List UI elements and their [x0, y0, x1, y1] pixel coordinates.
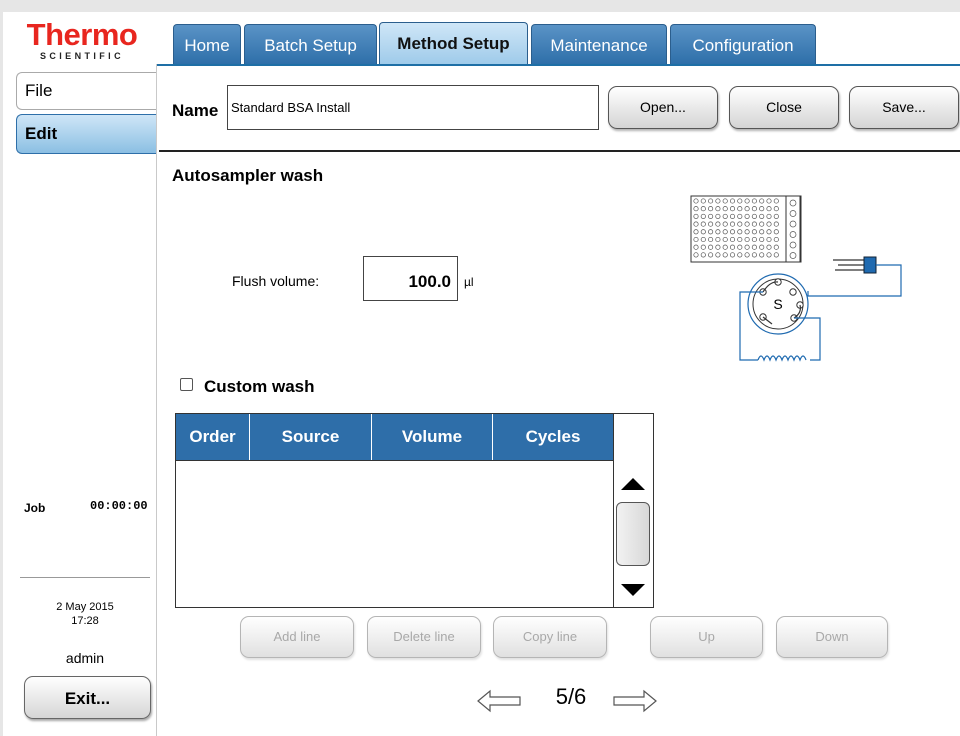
valve-label: S	[773, 296, 782, 312]
well-plate-icon	[690, 195, 802, 263]
valve-icon: S	[739, 273, 821, 361]
next-page-arrow-icon[interactable]	[612, 688, 658, 714]
custom-wash-label: Custom wash	[204, 377, 315, 396]
table-scrollbar[interactable]	[613, 460, 653, 607]
up-button[interactable]: Up	[650, 616, 763, 658]
user-name: admin	[65, 650, 105, 666]
close-button[interactable]: Close	[729, 86, 839, 129]
section-title: Autosampler wash	[172, 166, 324, 185]
tab-home[interactable]: Home	[173, 24, 241, 64]
thermo-logo: Thermo SCIENTIFIC	[8, 12, 156, 64]
logo-wordmark: Thermo	[26, 17, 138, 52]
pager: 5/6	[476, 680, 662, 720]
custom-wash-checkbox[interactable]	[180, 378, 193, 391]
wash-table: Order Source Volume Cycles	[175, 413, 654, 608]
column-volume: Volume	[372, 414, 493, 460]
syringe-icon	[807, 256, 902, 297]
logo-subtitle: SCIENTIFIC	[39, 51, 124, 61]
column-cycles: Cycles	[493, 414, 613, 460]
sample-loop-icon	[757, 355, 807, 362]
date-time: 2 May 2015 17:28	[20, 600, 150, 628]
delete-line-button[interactable]: Delete line	[367, 616, 481, 658]
open-button[interactable]: Open...	[608, 86, 718, 129]
flush-volume-label: Flush volume:	[232, 273, 320, 289]
scroll-up-arrow-icon[interactable]	[621, 478, 645, 490]
header-divider	[159, 150, 960, 152]
scroll-down-arrow-icon[interactable]	[621, 584, 645, 596]
page-indicator: 5/6	[555, 684, 587, 709]
menu-edit[interactable]: Edit	[16, 114, 156, 154]
job-timer: 00:00:00	[90, 499, 148, 513]
left-panel	[3, 64, 157, 736]
tab-configuration[interactable]: Configuration	[670, 24, 816, 64]
column-order: Order	[176, 414, 250, 460]
exit-button[interactable]: Exit...	[24, 676, 151, 719]
down-button[interactable]: Down	[776, 616, 888, 658]
date-text: 2 May 2015	[56, 601, 114, 613]
flush-volume-unit: µl	[464, 275, 474, 289]
copy-line-button[interactable]: Copy line	[493, 616, 607, 658]
job-label: Job	[24, 501, 46, 515]
time-text: 17:28	[71, 615, 99, 627]
method-name-input[interactable]: Standard BSA Install	[227, 85, 599, 130]
tab-batch-setup[interactable]: Batch Setup	[244, 24, 377, 64]
scroll-thumb[interactable]	[616, 502, 650, 566]
flush-volume-input[interactable]: 100.0	[363, 256, 458, 301]
table-header-divider	[176, 460, 613, 461]
autosampler-diagram: S	[690, 195, 902, 362]
save-button[interactable]: Save...	[849, 86, 959, 129]
menu-file[interactable]: File	[16, 72, 156, 110]
status-divider	[20, 577, 150, 578]
tab-method-setup[interactable]: Method Setup	[379, 22, 528, 64]
name-label: Name	[172, 101, 219, 120]
prev-page-arrow-icon[interactable]	[476, 688, 522, 714]
scroll-header	[613, 414, 653, 460]
tab-maintenance[interactable]: Maintenance	[531, 24, 667, 64]
column-source: Source	[250, 414, 372, 460]
add-line-button[interactable]: Add line	[240, 616, 354, 658]
